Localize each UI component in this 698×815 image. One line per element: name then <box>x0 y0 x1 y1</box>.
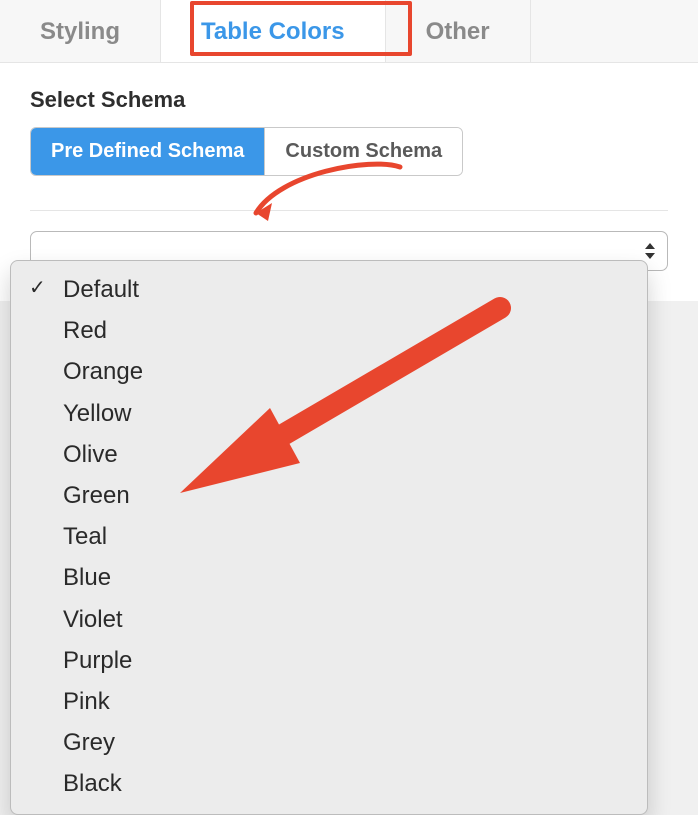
dropdown-item-yellow[interactable]: Yellow <box>11 393 647 434</box>
custom-schema-button[interactable]: Custom Schema <box>264 128 462 175</box>
tab-styling[interactable]: Styling <box>0 0 161 62</box>
dropdown-item-violet[interactable]: Violet <box>11 599 647 640</box>
dropdown-item-red[interactable]: Red <box>11 310 647 351</box>
dropdown-item-green[interactable]: Green <box>11 475 647 516</box>
dropdown-item-orange[interactable]: Orange <box>11 351 647 392</box>
dropdown-item-default[interactable]: Default <box>11 269 647 310</box>
divider <box>30 210 668 211</box>
predefined-schema-button[interactable]: Pre Defined Schema <box>31 128 264 175</box>
settings-panel: Styling Table Colors Other Select Schema… <box>0 0 698 301</box>
dropdown-item-teal[interactable]: Teal <box>11 516 647 557</box>
dropdown-item-olive[interactable]: Olive <box>11 434 647 475</box>
dropdown-item-black[interactable]: Black <box>11 763 647 804</box>
schema-label: Select Schema <box>30 87 668 113</box>
color-dropdown-menu: Default Red Orange Yellow Olive Green Te… <box>10 260 648 815</box>
dropdown-item-blue[interactable]: Blue <box>11 557 647 598</box>
dropdown-item-grey[interactable]: Grey <box>11 722 647 763</box>
tab-table-colors[interactable]: Table Colors <box>161 0 386 62</box>
dropdown-item-pink[interactable]: Pink <box>11 681 647 722</box>
tabs: Styling Table Colors Other <box>0 0 698 63</box>
dropdown-item-purple[interactable]: Purple <box>11 640 647 681</box>
tab-other[interactable]: Other <box>386 0 531 62</box>
schema-button-group: Pre Defined Schema Custom Schema <box>30 127 463 176</box>
